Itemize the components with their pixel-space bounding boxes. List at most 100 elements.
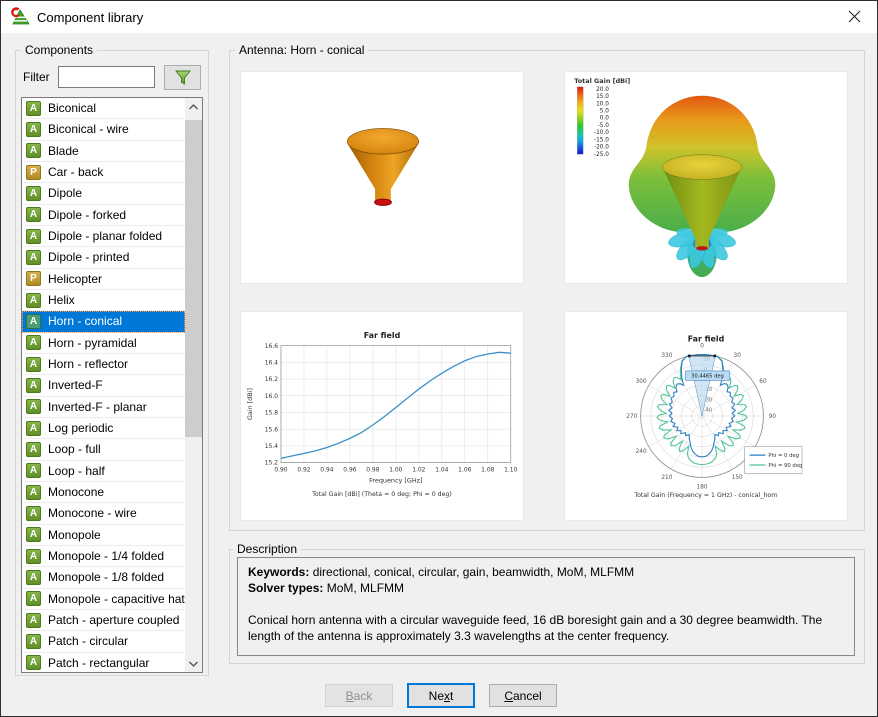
list-item[interactable]: ALog periodic [22,418,185,439]
svg-text:Total Gain [dBi] (Theta = 0 de: Total Gain [dBi] (Theta = 0 deg; Phi = 0… [311,491,452,498]
list-item-label: Loop - half [48,464,105,478]
component-library-dialog: Component library Components Filter ABic… [0,0,878,717]
list-item[interactable]: ADipole - planar folded [22,226,185,247]
list-item[interactable]: AMonopole - capacitive hat [22,589,185,610]
list-item-label: Dipole [48,186,82,200]
list-scrollbar[interactable] [185,98,202,672]
keywords-line: Keywords: directional, conical, circular… [248,564,844,580]
svg-text:Phi = 90 deg: Phi = 90 deg [768,463,802,469]
list-item-label: Patch - rectangular [48,656,149,670]
svg-text:1.04: 1.04 [435,466,448,473]
list-item[interactable]: AMonocone [22,482,185,503]
list-item[interactable]: ABiconical - wire [22,119,185,140]
list-item-label: Monopole - 1/8 folded [48,570,164,584]
svg-text:150: 150 [732,475,743,481]
list-item[interactable]: A Monopole - 1/4 folded [22,546,185,567]
list-item-label: Patch - aperture coupled [48,613,179,627]
list-item[interactable]: AHorn - reflector [22,354,185,375]
next-button[interactable]: Next [407,683,475,708]
svg-text:15.8: 15.8 [265,410,278,417]
svg-text:1.02: 1.02 [412,466,425,473]
scroll-thumb[interactable] [185,120,202,437]
close-button[interactable] [831,1,877,32]
svg-text:10.0: 10.0 [596,101,609,107]
svg-text:30: 30 [734,353,742,359]
list-item[interactable]: A Monopole - 1/8 folded [22,567,185,588]
list-item-label: Monopole - 1/4 folded [48,549,164,563]
antenna-icon: A [26,143,41,158]
antenna-icon: A [26,399,41,414]
scroll-down-button[interactable] [185,655,202,672]
list-item[interactable]: A Horn - conical [22,311,185,332]
scroll-up-button[interactable] [185,98,202,115]
list-item-label: Horn - pyramidal [48,336,137,350]
svg-text:16.6: 16.6 [265,343,278,350]
list-item-label: Dipole - forked [48,208,126,222]
list-item[interactable]: A Horn - pyramidal [22,333,185,354]
list-item[interactable]: PHelicopter [22,269,185,290]
svg-text:16.2: 16.2 [265,376,278,383]
svg-text:16.0: 16.0 [265,393,278,400]
funnel-icon [174,69,192,86]
svg-text:5.0: 5.0 [600,109,609,115]
filter-button[interactable] [164,65,201,90]
list-item[interactable]: ADipole - printed [22,247,185,268]
svg-text:0.98: 0.98 [366,466,379,473]
list-item-label: Horn - conical [48,314,122,328]
svg-text:0.94: 0.94 [320,466,333,473]
cancel-button[interactable]: Cancel [489,684,557,707]
list-item[interactable]: ALoop - full [22,439,185,460]
antenna-icon: A [26,527,41,542]
back-button: Back [325,684,393,707]
list-item[interactable]: ABiconical [22,98,185,119]
antenna-icon: A [26,186,41,201]
preview-group-label: Antenna: Horn - conical [235,43,368,57]
list-item[interactable]: AMonocone - wire [22,503,185,524]
svg-text:-20.0: -20.0 [594,145,609,151]
svg-text:30.4465 deg: 30.4465 deg [691,374,724,380]
horn-3d-image [240,71,524,284]
svg-text:0: 0 [700,344,704,350]
list-item[interactable]: AHelix [22,290,185,311]
antenna-icon: A [26,591,41,606]
antenna-icon: A [26,335,41,350]
list-item[interactable]: AInverted-F - planar [22,397,185,418]
window-title: Component library [37,10,143,25]
list-item[interactable]: ADipole - forked [22,205,185,226]
svg-text:60: 60 [759,379,767,385]
list-item[interactable]: A Dipole [22,183,185,204]
solver-types-label: Solver types: [248,581,323,595]
keywords-label: Keywords: [248,565,309,579]
description-text-panel: Keywords: directional, conical, circular… [237,557,855,656]
list-item-label: Loop - full [48,442,101,456]
list-item[interactable]: APatch - rectangular [22,653,185,673]
list-item[interactable]: AInverted-F [22,375,185,396]
svg-text:270: 270 [626,414,637,420]
list-item[interactable]: APatch - circular [22,631,185,652]
svg-text:180: 180 [697,484,708,490]
components-group-label: Components [21,43,97,57]
antenna-icon: A [26,613,41,628]
svg-text:Total Gain (Frequency = 1 GHz): Total Gain (Frequency = 1 GHz) - conical… [633,492,777,499]
list-item[interactable]: ALoop - half [22,461,185,482]
svg-text:0.92: 0.92 [297,466,310,473]
antenna-icon: A [26,570,41,585]
antenna-icon: A [26,549,41,564]
svg-text:Far field: Far field [364,331,401,340]
description-group-label: Description [233,542,301,556]
list-item[interactable]: A Patch - aperture coupled [22,610,185,631]
antenna-icon: A [26,506,41,521]
filter-label: Filter [23,70,50,84]
antenna-icon: A [26,314,41,329]
svg-text:Total Gain [dBi]: Total Gain [dBi] [574,77,630,85]
svg-text:-40: -40 [704,408,712,414]
list-item[interactable]: PCar - back [22,162,185,183]
filter-input[interactable] [58,66,155,88]
svg-text:15.2: 15.2 [265,460,278,467]
gain-frequency-chart: 0.900.920.940.960.981.001.021.041.061.08… [240,311,524,521]
list-item-label: Blade [48,144,79,158]
list-item-label: Dipole - planar folded [48,229,162,243]
list-item[interactable]: A Blade [22,141,185,162]
list-item[interactable]: AMonopole [22,525,185,546]
list-item-label: Biconical - wire [48,122,129,136]
